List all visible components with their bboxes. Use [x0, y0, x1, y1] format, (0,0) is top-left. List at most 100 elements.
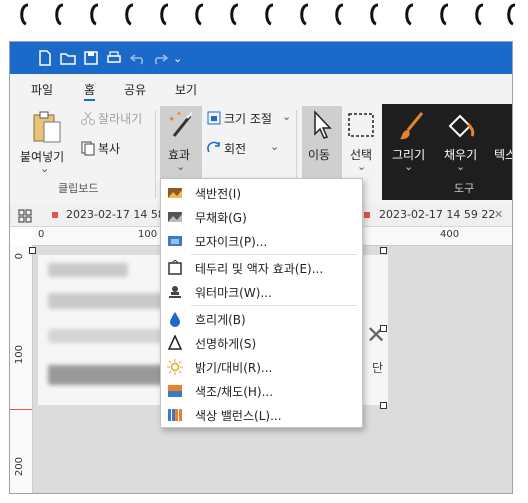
menu-view[interactable]: 보기: [175, 81, 197, 98]
new-file-icon[interactable]: [36, 49, 54, 67]
undo-icon[interactable]: [129, 49, 147, 67]
color-balance-icon: [167, 407, 183, 423]
blurred-content: [48, 329, 168, 343]
cut-button[interactable]: 잘라내기: [98, 110, 142, 127]
resize-handle[interactable]: [380, 402, 387, 409]
resize-button[interactable]: 크기 조절: [224, 110, 272, 127]
menu-item-watermark[interactable]: 워터마크(W)...: [161, 280, 362, 304]
menu-item-label: 흐리게(B): [195, 313, 246, 327]
menu-file[interactable]: 파일: [31, 81, 53, 98]
paste-dropdown-icon[interactable]: ⌄: [40, 162, 49, 175]
ring-icon: [438, 2, 452, 28]
grid-view-icon[interactable]: [18, 208, 32, 223]
menu-item-invert[interactable]: 색반전(I): [161, 181, 362, 205]
hue-icon: [167, 383, 183, 399]
menu-item-frame[interactable]: 테두리 및 액자 효과(E)...: [161, 256, 362, 280]
text-button[interactable]: 텍스: [494, 146, 512, 163]
menu-item-label: 색반전(I): [195, 187, 242, 201]
ruler-mark: 100: [14, 345, 25, 365]
resize-handle[interactable]: [29, 247, 36, 254]
frame-icon: [167, 259, 183, 276]
resize-dropdown-icon[interactable]: ⌄: [282, 110, 291, 123]
brush-dropdown-icon[interactable]: ⌄: [404, 160, 413, 173]
copy-icon: [80, 140, 96, 156]
effects-menu: 색반전(I) 무채화(G) 모자이크(P)... 테두리 및 액자 효과(E).…: [160, 178, 363, 428]
menu-item-color-balance[interactable]: 색상 밸런스(L)...: [161, 403, 362, 427]
ribbon-separator: [155, 110, 156, 198]
brush-icon: [396, 110, 428, 142]
mosaic-icon: [167, 233, 183, 249]
effects-dropdown-icon: ⌄: [176, 160, 186, 173]
menu-item-brightness[interactable]: 밝기/대비(R)...: [161, 355, 362, 379]
blurred-content: [48, 293, 178, 309]
tab-status-icon: [364, 212, 370, 218]
svg-text:✦: ✦: [176, 110, 182, 118]
vertical-ruler: 0 100 200: [10, 245, 33, 493]
menu-item-label: 워터마크(W)...: [195, 286, 272, 300]
fill-bucket-icon: [444, 110, 476, 142]
tools-group: 그리기 ⌄ 채우기 ⌄ 텍스 도구: [382, 104, 512, 200]
magic-wand-icon: ✦ ✦: [166, 110, 196, 140]
blurred-content: [48, 263, 128, 277]
tab-image-2[interactable]: 2023-02-17 14 59 22: [379, 208, 495, 221]
ring-icon: [53, 2, 67, 28]
ring-icon: [263, 2, 277, 28]
menu-item-sharpen[interactable]: 선명하게(S): [161, 331, 362, 355]
cut-icon: [80, 110, 96, 126]
ring-icon: [88, 2, 102, 28]
effects-button[interactable]: ✦ ✦ 효과 ⌄: [160, 106, 202, 178]
clipboard-group-label: 클립보드: [58, 182, 99, 195]
menu-bar: 파일 홈 공유 보기: [10, 74, 512, 104]
ring-icon: [368, 2, 382, 28]
ruler-mark: 200: [14, 457, 25, 477]
invert-icon: [167, 185, 183, 201]
menu-item-label: 모자이크(P)...: [195, 235, 268, 249]
ring-icon: [158, 2, 172, 28]
select-dropdown-icon[interactable]: ⌄: [357, 160, 366, 173]
paste-icon[interactable]: [30, 110, 62, 144]
ring-icon: [505, 2, 519, 28]
open-folder-icon[interactable]: [59, 49, 77, 67]
quick-access-dropdown-icon[interactable]: ⌄: [173, 52, 182, 65]
rotate-icon: [206, 140, 222, 156]
resize-handle[interactable]: [380, 247, 387, 254]
menu-share[interactable]: 공유: [124, 81, 146, 98]
menu-item-label: 색조/채도(H)...: [195, 385, 274, 399]
title-bar: ⌄: [10, 42, 512, 74]
menu-item-hue[interactable]: 색조/채도(H)...: [161, 379, 362, 403]
app-window: ⌄ 파일 홈 공유 보기 붙여넣기 ⌄ 잘라내기 복사 클립보드 ✦✦ 효과: [9, 41, 513, 494]
ring-icon: [18, 2, 32, 28]
move-button[interactable]: 이동: [302, 106, 342, 178]
copy-button[interactable]: 복사: [98, 140, 120, 157]
tab-status-icon: [52, 212, 58, 218]
ruler-position-marker: [10, 409, 32, 410]
save-icon[interactable]: [82, 49, 100, 67]
menu-item-label: 선명하게(S): [195, 337, 257, 351]
tab-close-icon[interactable]: ✕: [494, 208, 503, 221]
fill-dropdown-icon[interactable]: ⌄: [456, 160, 465, 173]
redo-icon[interactable]: [151, 49, 169, 67]
ring-icon: [473, 2, 487, 28]
menu-item-mosaic[interactable]: 모자이크(P)...: [161, 229, 362, 253]
menu-item-label: 색상 밸런스(L)...: [195, 409, 282, 423]
watermark-icon: [167, 284, 183, 300]
rotate-button[interactable]: 회전: [224, 140, 246, 157]
menu-item-grayscale[interactable]: 무채화(G): [161, 205, 362, 229]
tools-group-label: 도구: [454, 182, 475, 195]
tab-image-1[interactable]: 2023-02-17 14 58: [66, 208, 165, 221]
menu-item-blur[interactable]: 흐리게(B): [161, 307, 362, 331]
resize-icon: [206, 110, 222, 126]
move-label: 이동: [308, 148, 331, 162]
menu-item-label: 테두리 및 액자 효과(E)...: [195, 262, 324, 276]
ruler-mark: 0: [38, 229, 45, 240]
pointer-icon: [310, 110, 334, 140]
print-icon[interactable]: [105, 49, 123, 67]
blurred-content: [48, 365, 168, 385]
ring-icon: [298, 2, 312, 28]
sharpen-icon: [167, 334, 183, 351]
menu-separator: [191, 254, 357, 255]
menu-home[interactable]: 홈: [84, 81, 96, 101]
resize-handle[interactable]: [380, 325, 387, 332]
ring-icon: [193, 2, 207, 28]
rotate-dropdown-icon[interactable]: ⌄: [270, 140, 279, 153]
